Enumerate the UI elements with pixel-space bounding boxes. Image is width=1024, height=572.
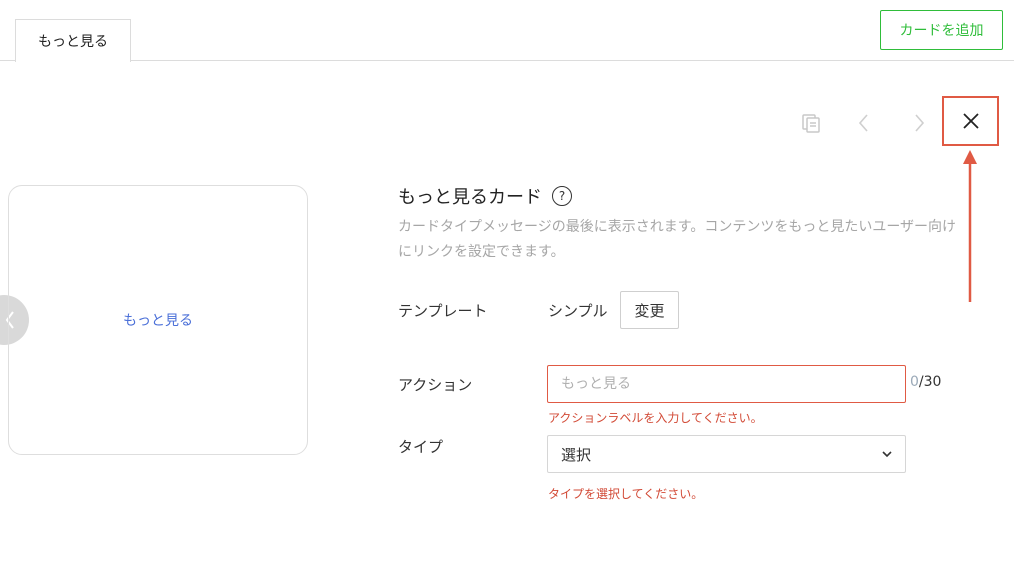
- section-description: カードタイプメッセージの最後に表示されます。コンテンツをもっと見たいユーザー向け…: [398, 219, 957, 260]
- close-button[interactable]: [942, 96, 999, 146]
- type-error: タイプを選択してください。: [548, 487, 704, 501]
- counter-current: 0: [910, 374, 919, 390]
- action-char-counter: 0/30: [910, 374, 941, 390]
- add-card-button[interactable]: カードを追加: [880, 10, 1003, 50]
- help-icon[interactable]: ?: [552, 186, 572, 206]
- tab-label: もっと見る: [38, 34, 108, 50]
- tab-bar: もっと見る: [0, 0, 1014, 62]
- chevron-right-icon[interactable]: [900, 104, 938, 142]
- tab-more[interactable]: もっと見る: [15, 19, 131, 62]
- counter-max: /30: [918, 374, 942, 390]
- section-title-text: もっと見るカード: [398, 187, 542, 208]
- action-error: アクションラベルを入力してください。: [548, 411, 763, 425]
- template-value: シンプル: [548, 302, 608, 320]
- action-label: アクション: [398, 376, 473, 394]
- chevron-down-icon: [882, 451, 892, 458]
- section-title: もっと見るカード ?: [398, 183, 572, 209]
- type-selected-value: 選択: [561, 445, 592, 464]
- change-template-button[interactable]: 変更: [620, 291, 679, 329]
- template-label: テンプレート: [398, 302, 488, 320]
- type-label: タイプ: [398, 438, 444, 456]
- copy-icon[interactable]: [792, 104, 830, 142]
- chevron-left-icon[interactable]: [845, 104, 883, 142]
- type-select[interactable]: 選択: [547, 435, 906, 473]
- preview-label: もっと見る: [123, 313, 193, 329]
- card-preview[interactable]: もっと見る: [8, 185, 308, 455]
- close-icon: [962, 113, 979, 129]
- action-input[interactable]: [547, 365, 906, 403]
